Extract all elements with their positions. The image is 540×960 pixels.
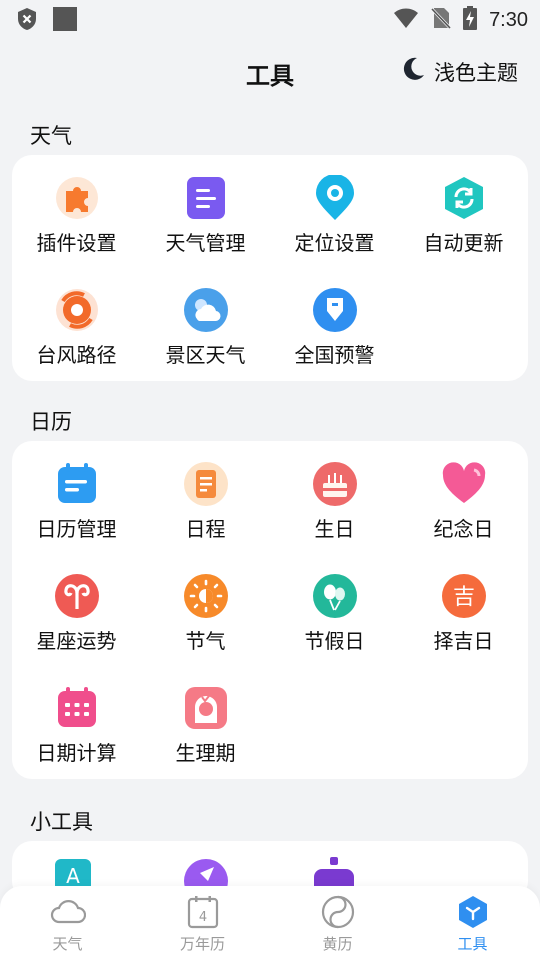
calendar-grid-icon: [54, 685, 100, 731]
cake-icon: [312, 461, 358, 507]
aries-icon: [54, 573, 100, 619]
nav-label: 黄历: [322, 935, 353, 953]
tools-cube-icon: [455, 894, 491, 930]
tool-schedule[interactable]: 日程: [141, 461, 270, 561]
section-title-tools: 小工具: [30, 810, 93, 834]
refresh-icon: [441, 175, 487, 221]
tool-calendar-manage[interactable]: 日历管理: [12, 461, 141, 561]
battery-charging-icon: [463, 6, 478, 34]
weather-card: 插件设置 天气管理 定位设置 自动更新 台风路径 景区天气 全国预警: [12, 155, 528, 381]
notepad-icon: [183, 461, 229, 507]
tool-label: 插件设置: [36, 231, 117, 255]
wifi-icon: [393, 7, 419, 33]
cloud-icon: [50, 894, 87, 930]
moon-icon: [400, 56, 426, 87]
status-time: 7:30: [489, 8, 528, 31]
calendar-icon: [54, 461, 100, 507]
list-icon: [183, 175, 229, 221]
nav-label: 天气: [52, 935, 83, 953]
tool-label: 日期计算: [36, 741, 117, 765]
tool-label: 景区天气: [165, 343, 246, 367]
tool-national-warning[interactable]: 全国预警: [270, 287, 399, 387]
calendar-card: 日历管理 日程 生日 纪念日 星座运势 节气 节假日 吉 择吉日 日期计算 生理…: [12, 441, 528, 779]
shield-icon: [16, 7, 38, 35]
theme-toggle-label: 浅色主题: [434, 60, 518, 85]
tool-label: 生日: [314, 517, 355, 541]
tool-label: 定位设置: [294, 231, 375, 255]
sun-icon: [183, 573, 229, 619]
tool-label: 日历管理: [36, 517, 117, 541]
bottom-nav: 天气 4 万年历 黄历 工具: [0, 886, 540, 960]
tool-location-settings[interactable]: 定位设置: [270, 174, 399, 275]
tool-solar-term[interactable]: 节气: [141, 573, 270, 673]
tool-label: 星座运势: [36, 629, 117, 653]
no-sim-icon: [430, 6, 452, 34]
heart-icon: [441, 461, 487, 507]
page-header: 工具 浅色主题: [0, 52, 540, 92]
tool-scenic-weather[interactable]: 景区天气: [141, 287, 270, 387]
tool-label: 节假日: [304, 629, 365, 653]
nav-label: 万年历: [179, 935, 225, 953]
cloud-sun-icon: [183, 287, 229, 333]
tool-typhoon-path[interactable]: 台风路径: [12, 287, 141, 387]
nav-tab-weather[interactable]: 天气: [0, 894, 135, 956]
yin-yang-icon: [320, 894, 356, 930]
tool-label: 全国预警: [294, 343, 375, 367]
tool-birthday[interactable]: 生日: [270, 461, 399, 561]
typhoon-icon: [54, 287, 100, 333]
nav-tab-almanac[interactable]: 黄历: [270, 894, 405, 956]
location-pin-icon: [312, 174, 358, 221]
nav-tab-tools[interactable]: 工具: [405, 894, 540, 956]
tool-period-tracker[interactable]: 生理期: [141, 685, 270, 785]
tool-label: 择吉日: [433, 629, 494, 653]
calendar-day-number: 4: [199, 910, 207, 925]
puzzle-icon: [54, 175, 100, 221]
calendar-day-icon: 4: [185, 894, 221, 930]
tool-label: 台风路径: [36, 343, 117, 367]
svg-text:A: A: [66, 864, 80, 888]
tool-horoscope[interactable]: 星座运势: [12, 573, 141, 673]
tool-auspicious-day[interactable]: 吉 择吉日: [399, 573, 528, 673]
tool-anniversary[interactable]: 纪念日: [399, 461, 528, 561]
tool-label: 纪念日: [433, 517, 494, 541]
tool-plugin-settings[interactable]: 插件设置: [12, 175, 141, 275]
tool-label: 日程: [185, 517, 226, 541]
nav-tab-calendar[interactable]: 4 万年历: [135, 894, 270, 956]
tool-label: 自动更新: [423, 231, 504, 255]
ji-icon: 吉: [441, 573, 487, 619]
section-title-calendar: 日历: [30, 410, 72, 434]
tool-date-calculator[interactable]: 日期计算: [12, 685, 141, 785]
notification-square-icon: [52, 6, 78, 36]
tool-weather-manage[interactable]: 天气管理: [141, 175, 270, 275]
balloon-icon: [312, 573, 358, 619]
theme-toggle-button[interactable]: 浅色主题: [400, 56, 518, 87]
tool-label: 节气: [185, 629, 226, 653]
status-bar: 7:30: [0, 0, 540, 36]
tool-holidays[interactable]: 节假日: [270, 573, 399, 673]
tool-label: 生理期: [175, 741, 236, 765]
ji-glyph: 吉: [453, 585, 475, 610]
warning-shield-icon: [312, 287, 358, 333]
section-title-weather: 天气: [30, 124, 72, 148]
nav-label: 工具: [457, 935, 488, 953]
female-icon: [183, 685, 229, 731]
tool-auto-update[interactable]: 自动更新: [399, 175, 528, 275]
tool-label: 天气管理: [165, 231, 246, 255]
